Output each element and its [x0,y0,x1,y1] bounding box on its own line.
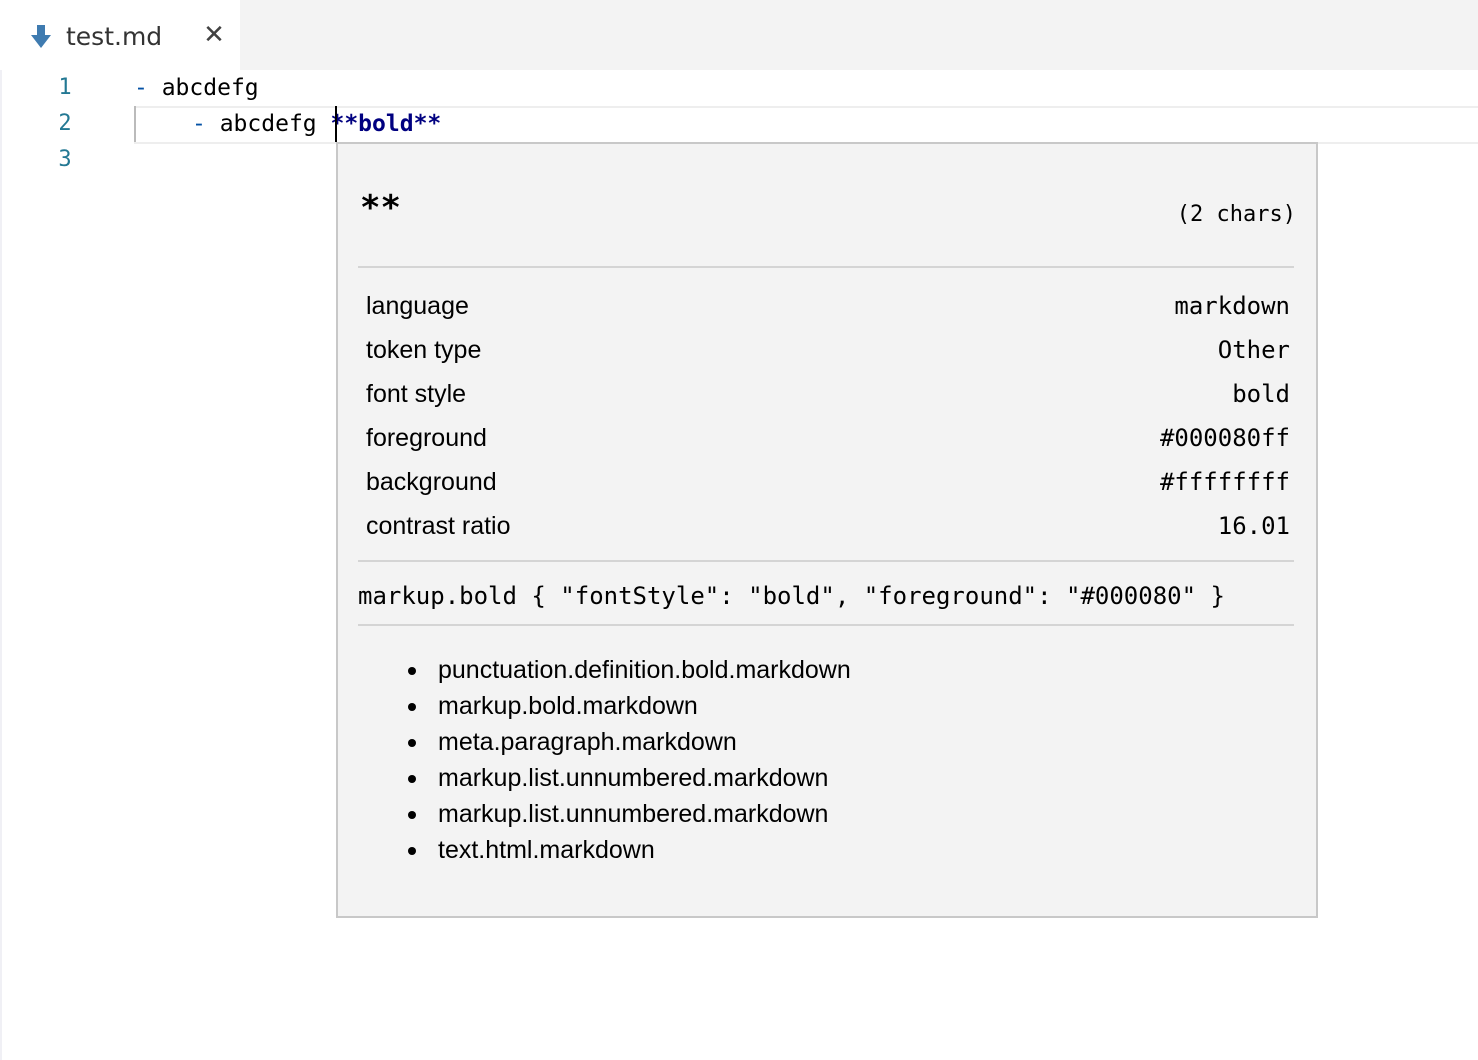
list-item: punctuation.definition.bold.markdown [408,652,851,688]
inspected-token: ** [360,188,401,228]
scope-list: punctuation.definition.bold.markdown mar… [408,652,851,868]
property-key: foreground [366,424,487,452]
tab-bar: test.md ✕ [0,0,1478,70]
property-value: bold [1232,380,1290,408]
token-inspector-hover: ** (2 chars) language markdown token typ… [336,142,1318,918]
property-row-contrast-ratio: contrast ratio 16.01 [366,504,1290,548]
property-row-token-type: token type Other [366,328,1290,372]
divider [358,624,1294,626]
list-item: markup.list.unnumbered.markdown [408,796,851,832]
close-icon[interactable]: ✕ [201,22,227,48]
property-row-language: language markdown [366,284,1290,328]
markdown-down-arrow-icon [30,24,52,50]
list-item: markup.bold.markdown [408,688,851,724]
property-key: token type [366,336,482,364]
code-text: abcdefg [219,111,331,137]
property-key: language [366,292,469,320]
list-item: meta.paragraph.markdown [408,724,851,760]
list-item: markup.list.unnumbered.markdown [408,760,851,796]
code-text: abcdefg [161,75,259,101]
code-line-1[interactable]: - abcdefg [134,70,259,106]
indent-guide [134,106,136,142]
tab-test-md[interactable]: test.md ✕ [0,0,240,70]
text-cursor [335,106,337,142]
property-value: Other [1217,336,1290,364]
divider [358,560,1294,562]
divider [358,266,1294,268]
property-row-foreground: foreground #000080ff [366,416,1290,460]
property-key: font style [366,380,467,408]
property-row-background: background #ffffffff [366,460,1290,504]
token-char-count: (2 chars) [1176,202,1296,227]
code-line-2[interactable]: - abcdefg **bold** [192,106,441,142]
list-dash: - [192,111,220,137]
list-item: text.html.markdown [408,832,851,868]
line-number: 1 [58,75,72,100]
property-row-font-style: font style bold [366,372,1290,416]
property-value: #000080ff [1159,424,1290,452]
property-value: 16.01 [1217,512,1290,540]
theme-rule: markup.bold { "fontStyle": "bold", "fore… [358,582,1225,610]
property-key: contrast ratio [366,512,511,540]
bold-markdown-token: **bold** [330,111,442,137]
property-key: background [366,468,497,496]
property-value: #ffffffff [1159,468,1290,496]
line-number: 3 [58,147,72,172]
list-dash: - [134,75,162,101]
tab-label: test.md [66,22,163,51]
property-value: markdown [1174,292,1290,320]
editor-left-edge [0,70,2,1060]
line-number: 2 [58,111,72,136]
